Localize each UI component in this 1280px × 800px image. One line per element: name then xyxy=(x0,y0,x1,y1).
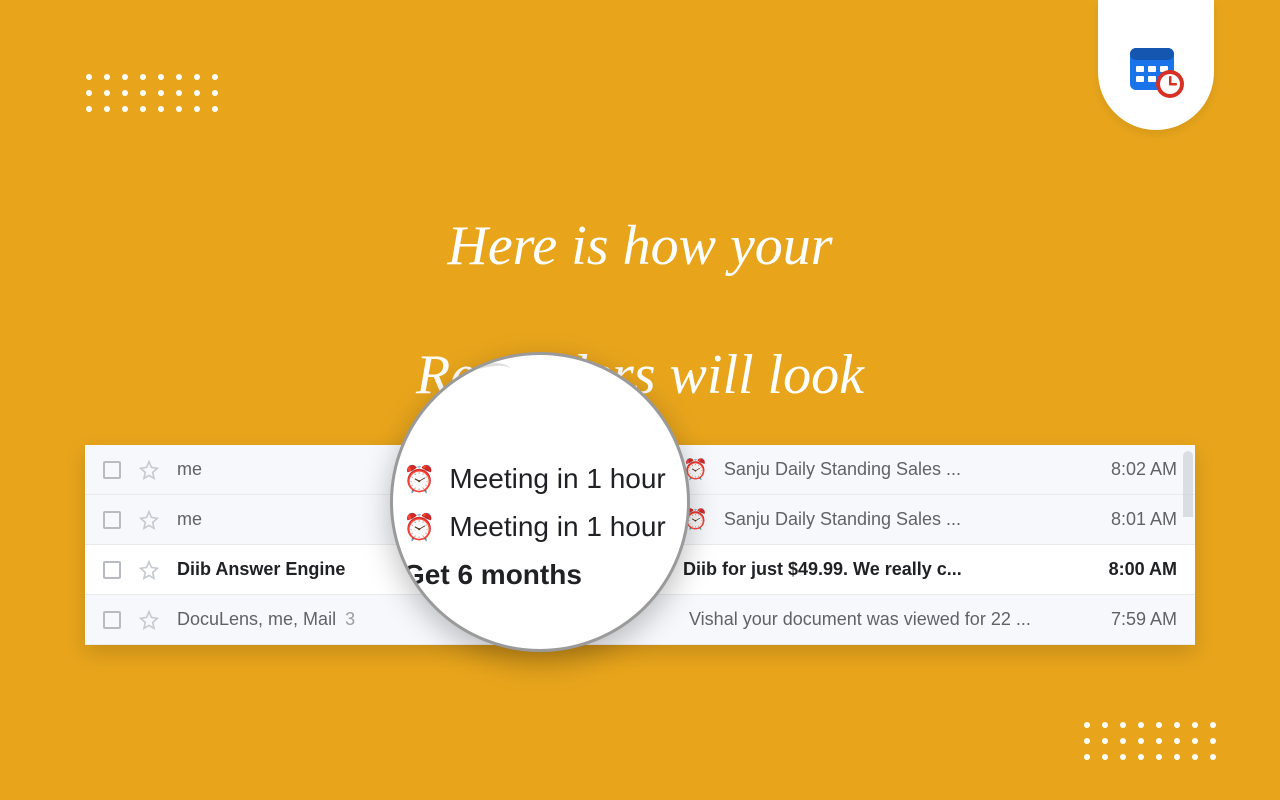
timestamp: 8:01 AM xyxy=(1087,509,1177,530)
magnifier-content: ⏰ Meeting in 1 hour ⏰ Meeting in 1 hour … xyxy=(403,455,690,599)
timestamp: 8:00 AM xyxy=(1087,559,1177,580)
star-icon[interactable] xyxy=(139,510,159,530)
magnifier-text: Get 6 months xyxy=(403,559,582,591)
magnifier-row: ⏰ Meeting in 1 hour xyxy=(403,455,690,503)
sender: DocuLens, me, Mail 3 xyxy=(177,609,407,630)
magnifier-overlay: ⏰ Meeting in 1 hour ⏰ Meeting in 1 hour … xyxy=(390,352,690,652)
decorative-dots-bottom-right xyxy=(1084,722,1216,760)
sender: Diib Answer Engine xyxy=(177,559,407,580)
thread-count: 3 xyxy=(340,609,355,629)
sender: me xyxy=(177,509,407,530)
app-badge xyxy=(1098,0,1214,130)
star-icon[interactable] xyxy=(139,460,159,480)
alarm-clock-icon: ⏰ xyxy=(403,512,435,543)
timestamp: 8:02 AM xyxy=(1087,459,1177,480)
magnifier-row: Get 6 months xyxy=(403,551,690,599)
subject-text: Diib for just $49.99. We really c... xyxy=(683,559,962,580)
star-icon[interactable] xyxy=(139,610,159,630)
preview-text: Sanju Daily Standing Sales ... xyxy=(724,459,961,480)
checkbox[interactable] xyxy=(103,511,121,529)
star-icon[interactable] xyxy=(139,560,159,580)
headline-line-1: Here is how your xyxy=(447,215,832,277)
preview-text: Vishal your document was viewed for 22 .… xyxy=(689,609,1031,630)
magnifier-text: Meeting in 1 hour xyxy=(449,511,665,543)
checkbox[interactable] xyxy=(103,461,121,479)
decorative-dots-top-left xyxy=(86,74,218,112)
timestamp: 7:59 AM xyxy=(1087,609,1177,630)
checkbox[interactable] xyxy=(103,611,121,629)
checkbox[interactable] xyxy=(103,561,121,579)
sender: me xyxy=(177,459,407,480)
preview-text: Sanju Daily Standing Sales ... xyxy=(724,509,961,530)
calendar-clock-icon xyxy=(1124,38,1188,102)
alarm-clock-icon: ⏰ xyxy=(403,464,435,495)
magnifier-row: ⏰ Meeting in 1 hour xyxy=(403,503,690,551)
magnifier-text: Meeting in 1 hour xyxy=(449,463,665,495)
